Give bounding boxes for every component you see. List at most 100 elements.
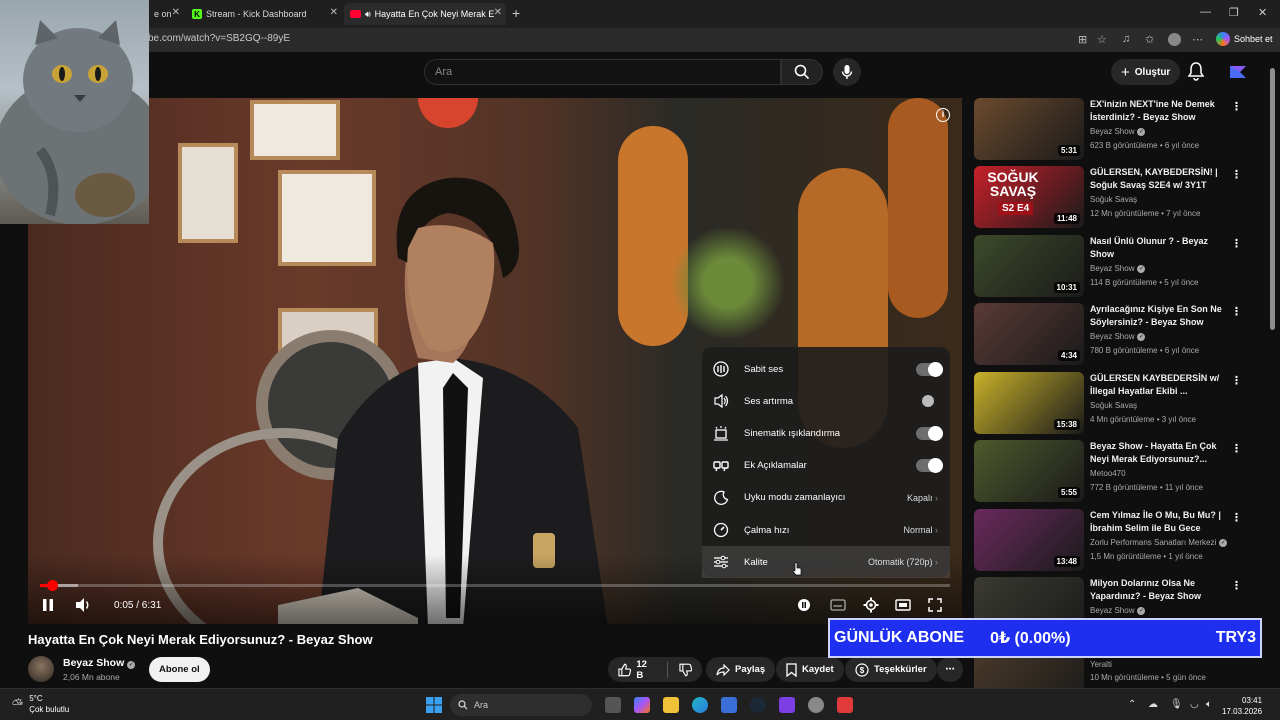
search-input[interactable]: Ara	[424, 59, 781, 85]
file-explorer-icon[interactable]	[663, 697, 679, 713]
apps-icon[interactable]: ⊞	[1078, 33, 1087, 46]
more-vertical-icon[interactable]: ⋮	[1231, 579, 1242, 592]
recommendation-channel[interactable]: Yeralti	[1090, 660, 1112, 669]
windows-start-icon[interactable]	[426, 697, 442, 713]
more-vertical-icon[interactable]: ⋮	[1231, 374, 1242, 387]
info-icon[interactable]: i	[936, 108, 950, 122]
profile-icon[interactable]	[1168, 33, 1181, 46]
settings-row-ambient-mode[interactable]: Sinematik ışıklandırma	[702, 417, 950, 449]
recommendation-channel[interactable]: Metoo470	[1090, 469, 1126, 478]
notifications-bell-icon[interactable]	[1186, 61, 1206, 81]
more-vertical-icon[interactable]: ⋮	[1231, 511, 1242, 524]
recommendation-thumbnail[interactable]: 13:48	[974, 509, 1084, 571]
app-icon[interactable]	[837, 697, 853, 713]
settings-row-sleep-timer[interactable]: Uyku modu zamanlayıcı Kapalı ›	[702, 482, 950, 514]
recommendation-title[interactable]: Ayrılacağınız Kişiye En Son Ne Söylersin…	[1090, 303, 1224, 329]
network-icon[interactable]: ◡	[1190, 699, 1199, 710]
recommendation-title[interactable]: Cem Yılmaz İle O Mu, Bu Mu? | İbrahim Se…	[1090, 509, 1224, 535]
play-pause-button[interactable]	[40, 595, 56, 615]
tray-chevron-up-icon[interactable]: ⌃	[1128, 699, 1136, 710]
more-vertical-icon[interactable]: ⋮	[1231, 305, 1242, 318]
settings-row-stable-volume[interactable]: Sabit ses	[702, 353, 950, 385]
fullscreen-button[interactable]	[928, 595, 942, 615]
close-icon[interactable]: ✕	[494, 7, 502, 18]
settings-row-volume-boost[interactable]: Ses artırma	[702, 385, 950, 417]
taskbar-search[interactable]: Ara	[450, 694, 592, 716]
recommendation-channel[interactable]: Soğuk Savaş	[1090, 401, 1137, 410]
recommendation-item[interactable]: 15:38 GÜLERSEN KAYBEDERSİN w/ İllegal Hay…	[974, 372, 1264, 436]
share-button[interactable]: Paylaş	[706, 657, 776, 682]
recommendation-title[interactable]: Nasıl Ünlü Olunur ? - Beyaz Show	[1090, 235, 1224, 261]
channel-avatar[interactable]	[28, 656, 54, 682]
progress-bar[interactable]	[40, 580, 950, 591]
task-view-icon[interactable]	[605, 697, 621, 713]
recommendation-title[interactable]: Beyaz Show - Hayatta En Çok Neyi Merak E…	[1090, 440, 1224, 466]
recommendation-item[interactable]: 4:34 Ayrılacağınız Kişiye En Son Ne Söyle…	[974, 303, 1264, 367]
recommendation-channel[interactable]: Beyaz Show ✓	[1090, 127, 1146, 136]
close-window-icon[interactable]: ✕	[1258, 6, 1267, 19]
thumbs-down-icon[interactable]	[678, 663, 692, 677]
volume-boost-toggle[interactable]	[916, 394, 942, 408]
annotations-toggle[interactable]	[916, 458, 943, 474]
more-actions-button[interactable]: ⋯	[937, 657, 963, 682]
settings-row-playback-speed[interactable]: Çalma hızı Normal ›	[702, 514, 950, 546]
minimize-icon[interactable]: —	[1200, 6, 1211, 18]
more-vertical-icon[interactable]: ⋮	[1231, 168, 1242, 181]
more-vertical-icon[interactable]: ⋮	[1231, 442, 1242, 455]
scrubber-handle[interactable]	[47, 580, 58, 591]
speaker-icon[interactable]: 🔊︎	[365, 9, 371, 20]
close-icon[interactable]: ✕	[172, 7, 180, 18]
onedrive-icon[interactable]: ☁︎	[1148, 699, 1158, 710]
recommendation-thumbnail[interactable]: 5:55	[974, 440, 1084, 502]
recommendation-item[interactable]: 5:55 Beyaz Show - Hayatta En Çok Neyi Mer…	[974, 440, 1264, 504]
recommendation-channel[interactable]: Beyaz Show ✓	[1090, 264, 1146, 273]
recommendation-thumbnail[interactable]: 10:31	[974, 235, 1084, 297]
recommendation-thumbnail[interactable]: SOĞUK SAVAŞ S2 E4 11:48	[974, 166, 1084, 228]
more-vertical-icon[interactable]: ⋮	[1231, 237, 1242, 250]
recommendation-thumbnail[interactable]: 15:38	[974, 372, 1084, 434]
speaker-tray-icon[interactable]: 🔈︎	[1206, 699, 1212, 710]
settings-row-annotations[interactable]: Ek Açıklamalar	[702, 450, 950, 482]
recommendation-item[interactable]: 13:48 Cem Yılmaz İle O Mu, Bu Mu? | İbrah…	[974, 509, 1264, 573]
thanks-button[interactable]: $ Teşekkürler	[845, 657, 937, 682]
steam-icon[interactable]	[750, 697, 766, 713]
url-text[interactable]: be.com/watch?v=SB2GQ--89yE	[148, 33, 290, 44]
tab-partial[interactable]: e on ✕	[148, 3, 182, 25]
recommendation-channel[interactable]: Beyaz Show ✓	[1090, 332, 1146, 341]
subtitles-button[interactable]	[830, 595, 846, 615]
recommendation-channel[interactable]: Soğuk Savaş	[1090, 195, 1137, 204]
subscribe-button[interactable]: Abone ol	[149, 657, 210, 682]
more-icon[interactable]: ⋯	[1192, 33, 1203, 46]
settings-row-quality[interactable]: Kalite Otomatik (720p) ›	[702, 546, 950, 579]
edge-browser-icon[interactable]	[692, 697, 708, 713]
microphone-tray-icon[interactable]: 🎙︎	[1170, 699, 1183, 710]
recommendation-thumbnail[interactable]: 4:34	[974, 303, 1084, 365]
favorites-icon[interactable]: ✩	[1145, 33, 1154, 46]
clock[interactable]: 03:41 17.03.2026	[1222, 695, 1262, 717]
favorite-star-icon[interactable]: ☆	[1097, 33, 1107, 46]
recommendation-title[interactable]: Milyon Dolarınız Olsa Ne Yapardınız? - B…	[1090, 577, 1224, 603]
recommendation-title[interactable]: GÜLERSEN KAYBEDERSİN w/ İllegal Hayatlar…	[1090, 372, 1224, 398]
create-button[interactable]: + Oluştur	[1111, 59, 1181, 85]
recommendation-thumbnail[interactable]: 5:31	[974, 98, 1084, 160]
maximize-icon[interactable]: ❐	[1229, 6, 1239, 19]
like-button[interactable]: 12 B	[618, 659, 656, 681]
page-scrollbar[interactable]	[1269, 58, 1276, 686]
search-button[interactable]	[781, 59, 823, 85]
new-tab-icon[interactable]: +	[512, 5, 520, 21]
visual-studio-icon[interactable]	[779, 697, 795, 713]
copilot-app-icon[interactable]	[634, 697, 650, 713]
recommendation-item[interactable]: 10:31 Nasıl Ünlü Olunur ? - Beyaz Show Bey…	[974, 235, 1264, 299]
tab-youtube-video[interactable]: 🔊︎ Hayatta En Çok Neyi Merak E ✕	[344, 3, 506, 25]
avatar[interactable]	[1228, 62, 1248, 82]
save-button[interactable]: Kaydet	[776, 657, 844, 682]
ambient-mode-toggle[interactable]	[916, 425, 943, 441]
recommendation-item[interactable]: 5:31 EX'inizin NEXT'ine Ne Demek İsterdin…	[974, 98, 1264, 162]
recommendation-channel[interactable]: Beyaz Show ✓	[1090, 606, 1146, 615]
mute-button[interactable]	[74, 595, 92, 615]
obs-icon[interactable]	[808, 697, 824, 713]
store-icon[interactable]	[721, 697, 737, 713]
stable-volume-toggle[interactable]	[916, 361, 943, 377]
autoplay-toggle[interactable]	[796, 595, 812, 615]
channel-name[interactable]: Beyaz Show ✓	[63, 657, 136, 669]
